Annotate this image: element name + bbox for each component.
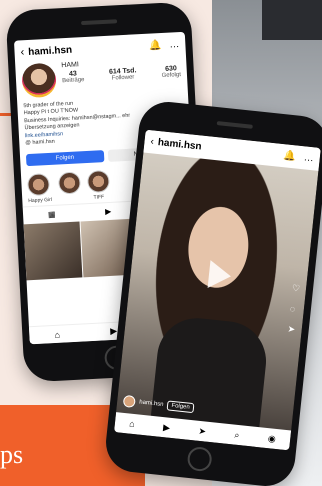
bell-icon[interactable]: 🔔 bbox=[283, 150, 297, 162]
home-button[interactable] bbox=[186, 445, 213, 473]
avatar[interactable] bbox=[21, 62, 57, 99]
like-icon[interactable]: ♡ bbox=[291, 283, 300, 295]
highlight-item[interactable] bbox=[57, 170, 82, 202]
phone-speaker bbox=[216, 121, 253, 129]
home-icon[interactable]: ⌂ bbox=[129, 419, 135, 430]
stat-posts[interactable]: 43 Beiträge bbox=[62, 70, 85, 84]
background-suit bbox=[262, 0, 322, 40]
profile-icon[interactable]: ◉ bbox=[267, 433, 277, 445]
grid-icon[interactable]: ▦ bbox=[48, 209, 56, 218]
send-icon[interactable]: ➤ bbox=[198, 425, 207, 437]
profile-stats: HAMI 43 Beiträge 614 Tsd. Follower 630 G… bbox=[55, 56, 182, 96]
phone-reel: ‹ hami.hsn 🔔 … ♡ ◌ ➤ hami.hsn Folgen ⌂ ▶… bbox=[103, 99, 322, 486]
highlight-thumb bbox=[57, 170, 81, 195]
profile-username: hami.hsn bbox=[27, 44, 73, 58]
phone-speaker bbox=[80, 19, 117, 26]
reel-screen: ‹ hami.hsn 🔔 … ♡ ◌ ➤ hami.hsn Folgen ⌂ ▶… bbox=[114, 129, 321, 451]
post-thumbnail[interactable] bbox=[23, 221, 83, 280]
reel-user-name[interactable]: hami.hsn bbox=[139, 399, 164, 408]
search-icon[interactable]: ⌕ bbox=[234, 429, 240, 440]
comment-icon[interactable]: ◌ bbox=[289, 304, 298, 315]
avatar[interactable] bbox=[122, 394, 136, 409]
stat-followers[interactable]: 614 Tsd. Follower bbox=[109, 67, 137, 81]
follow-button[interactable]: Folgen bbox=[25, 149, 104, 166]
highlight-item[interactable]: Happy Girl bbox=[26, 172, 52, 204]
more-icon[interactable]: … bbox=[303, 152, 314, 164]
highlight-thumb bbox=[86, 169, 110, 193]
home-icon[interactable]: ⌂ bbox=[54, 329, 60, 339]
more-icon[interactable]: … bbox=[169, 39, 180, 51]
play-icon[interactable] bbox=[207, 259, 233, 291]
back-icon[interactable]: ‹ bbox=[150, 136, 154, 147]
bell-icon[interactable]: 🔔 bbox=[149, 39, 162, 51]
follow-button[interactable]: Folgen bbox=[166, 400, 195, 414]
reels-icon[interactable]: ▶ bbox=[163, 422, 171, 434]
share-icon[interactable]: ➤ bbox=[287, 323, 296, 335]
stat-following[interactable]: 630 Gefolgt bbox=[161, 65, 181, 79]
reels-icon[interactable]: ▶ bbox=[105, 206, 112, 215]
caption-text: ps bbox=[0, 440, 24, 469]
highlight-thumb bbox=[26, 172, 51, 196]
back-icon[interactable]: ‹ bbox=[20, 46, 24, 58]
highlight-item[interactable]: TIFF bbox=[86, 169, 110, 200]
